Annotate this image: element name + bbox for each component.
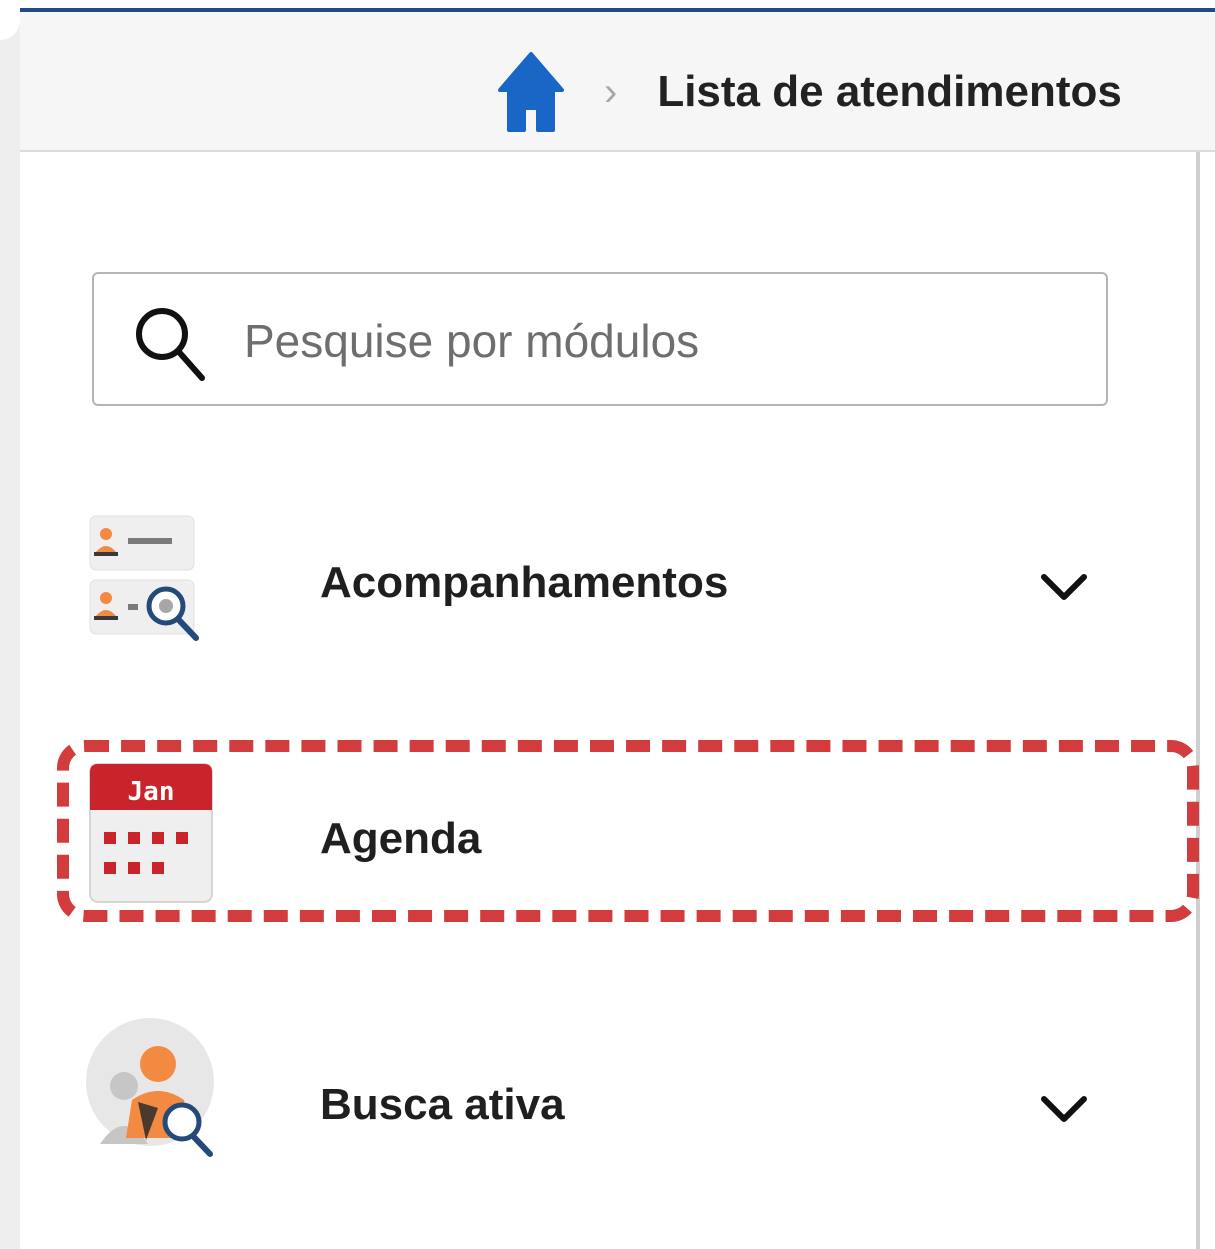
- menu-item-acompanhamentos[interactable]: Acompanhamentos: [0, 512, 1196, 662]
- calendar-icon: Jan: [89, 763, 213, 903]
- menu-item-agenda[interactable]: Jan Agenda: [0, 760, 1196, 910]
- chevron-down-icon[interactable]: [1040, 572, 1088, 602]
- header-bar: › Lista de atendimentos: [20, 12, 1215, 152]
- module-search-input[interactable]: [244, 304, 1064, 378]
- menu-item-busca-ativa[interactable]: Busca ativa: [0, 1010, 1196, 1160]
- menu-item-label: Acompanhamentos: [320, 558, 729, 607]
- breadcrumb-separator-icon: ›: [604, 70, 618, 114]
- home-icon[interactable]: [498, 50, 564, 134]
- menu-item-label: Busca ativa: [320, 1080, 565, 1129]
- left-panel-corner: [0, 0, 20, 40]
- chevron-down-icon[interactable]: [1040, 1094, 1088, 1124]
- module-search-box[interactable]: [92, 272, 1108, 406]
- menu-item-label: Agenda: [320, 814, 482, 863]
- search-icon: [136, 308, 205, 381]
- app-window: › Lista de atendimentos Acompan: [0, 0, 1215, 1249]
- user-list-search-icon: [89, 515, 199, 641]
- active-search-person-icon: [86, 1018, 214, 1157]
- breadcrumb: › Lista de atendimentos: [498, 50, 1122, 134]
- breadcrumb-current-page[interactable]: Lista de atendimentos: [657, 67, 1122, 117]
- calendar-month-text: Jan: [128, 777, 175, 807]
- panel-divider: [1196, 152, 1200, 1249]
